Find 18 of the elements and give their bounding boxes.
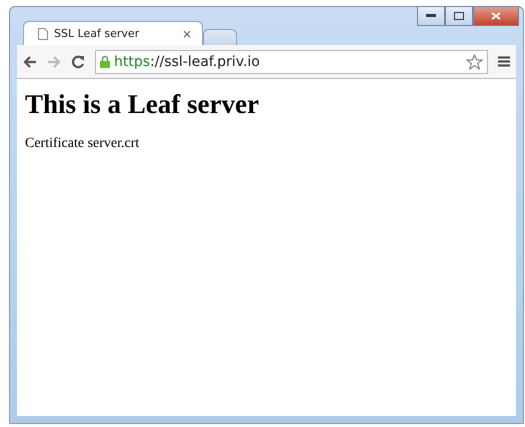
browser-tab[interactable]: SSL Leaf server × xyxy=(23,21,203,45)
minimize-icon xyxy=(426,14,436,18)
page-text: Certificate server.crt xyxy=(25,136,140,152)
page-icon xyxy=(38,28,48,40)
close-button[interactable] xyxy=(473,6,519,26)
tab-title: SSL Leaf server xyxy=(54,27,140,40)
menu-icon[interactable] xyxy=(498,56,510,67)
back-icon[interactable] xyxy=(23,56,37,68)
star-icon[interactable] xyxy=(466,54,483,70)
lock-icon xyxy=(100,55,110,68)
close-icon xyxy=(491,12,501,20)
reload-icon[interactable] xyxy=(71,54,85,68)
maximize-icon xyxy=(454,12,464,20)
page-heading: This is a Leaf server xyxy=(25,89,260,120)
minimize-button[interactable] xyxy=(417,6,445,26)
maximize-button[interactable] xyxy=(445,6,473,26)
address-field[interactable]: https://ssl-leaf.priv.io xyxy=(95,50,488,74)
tab-close-button[interactable]: × xyxy=(182,26,192,40)
